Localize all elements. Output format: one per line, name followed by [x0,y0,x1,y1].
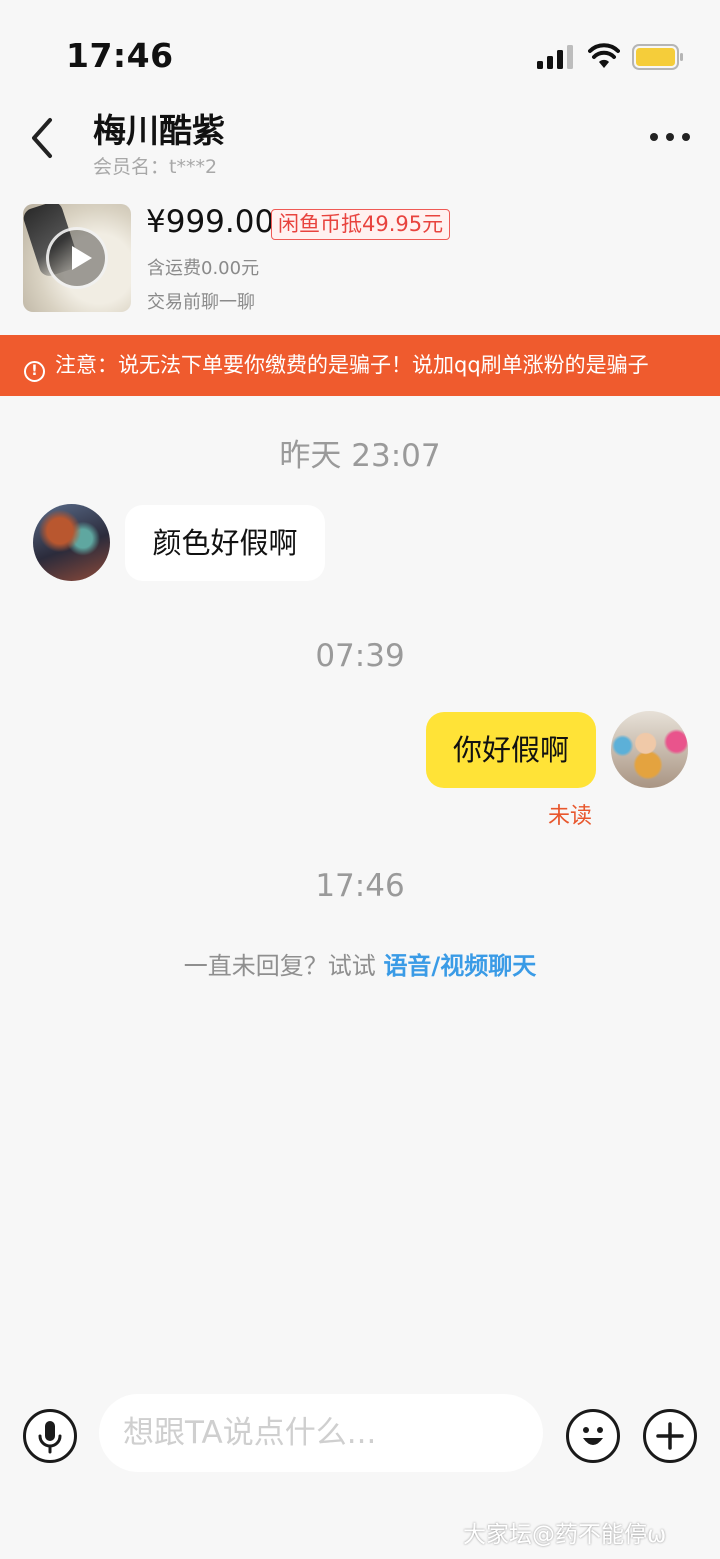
member-id: 会员名：t***2 [93,156,218,178]
exclamation-icon: ! [24,361,45,382]
product-price: ¥999.00 [146,204,275,240]
status-time: 17:46 [66,36,174,75]
message-input[interactable] [99,1394,543,1472]
seller-avatar[interactable] [33,504,110,581]
microphone-icon [38,1421,62,1454]
more-options-icon[interactable] [648,130,692,144]
chat-timestamp: 07:39 [315,638,405,674]
outgoing-message[interactable]: 你好假啊 [426,712,596,788]
watermark: 大家坛@药不能停ω [463,1522,667,1548]
chat-timestamp: 17:46 [315,868,405,904]
back-arrow-icon[interactable] [28,116,58,160]
warning-text: 注意：说无法下单要你缴费的是骗子！说加qq刷单涨粉的是骗子 [55,353,649,377]
coin-offer-badge: 闲鱼币抵49.95元 [271,209,451,240]
hint-text: 一直未回复？试试 [183,952,384,980]
voice-video-chat-link[interactable]: 语音/视频聊天 [383,952,536,980]
wifi-icon [588,43,620,68]
no-reply-hint: 一直未回复？试试 语音/视频聊天 [0,946,720,981]
contact-name: 梅川酷紫 [93,111,225,150]
product-thumbnail[interactable] [23,204,131,312]
signal-icon [537,45,573,69]
smiley-icon [583,1427,603,1445]
emoji-button[interactable] [566,1409,620,1463]
battery-icon [632,44,683,70]
voice-input-button[interactable] [23,1409,77,1463]
my-avatar[interactable] [611,711,688,788]
shipping-fee: 含运费0.00元 [147,258,260,279]
more-actions-button[interactable] [643,1409,697,1463]
warning-banner: ! 注意：说无法下单要你缴费的是骗子！说加qq刷单涨粉的是骗子 [0,335,720,396]
product-note: 交易前聊一聊 [147,292,255,313]
play-icon[interactable] [46,227,108,289]
incoming-message[interactable]: 颜色好假啊 [125,505,325,581]
chat-timestamp: 昨天 23:07 [279,438,441,474]
unread-status: 未读 [548,804,593,829]
plus-icon [656,1422,684,1450]
